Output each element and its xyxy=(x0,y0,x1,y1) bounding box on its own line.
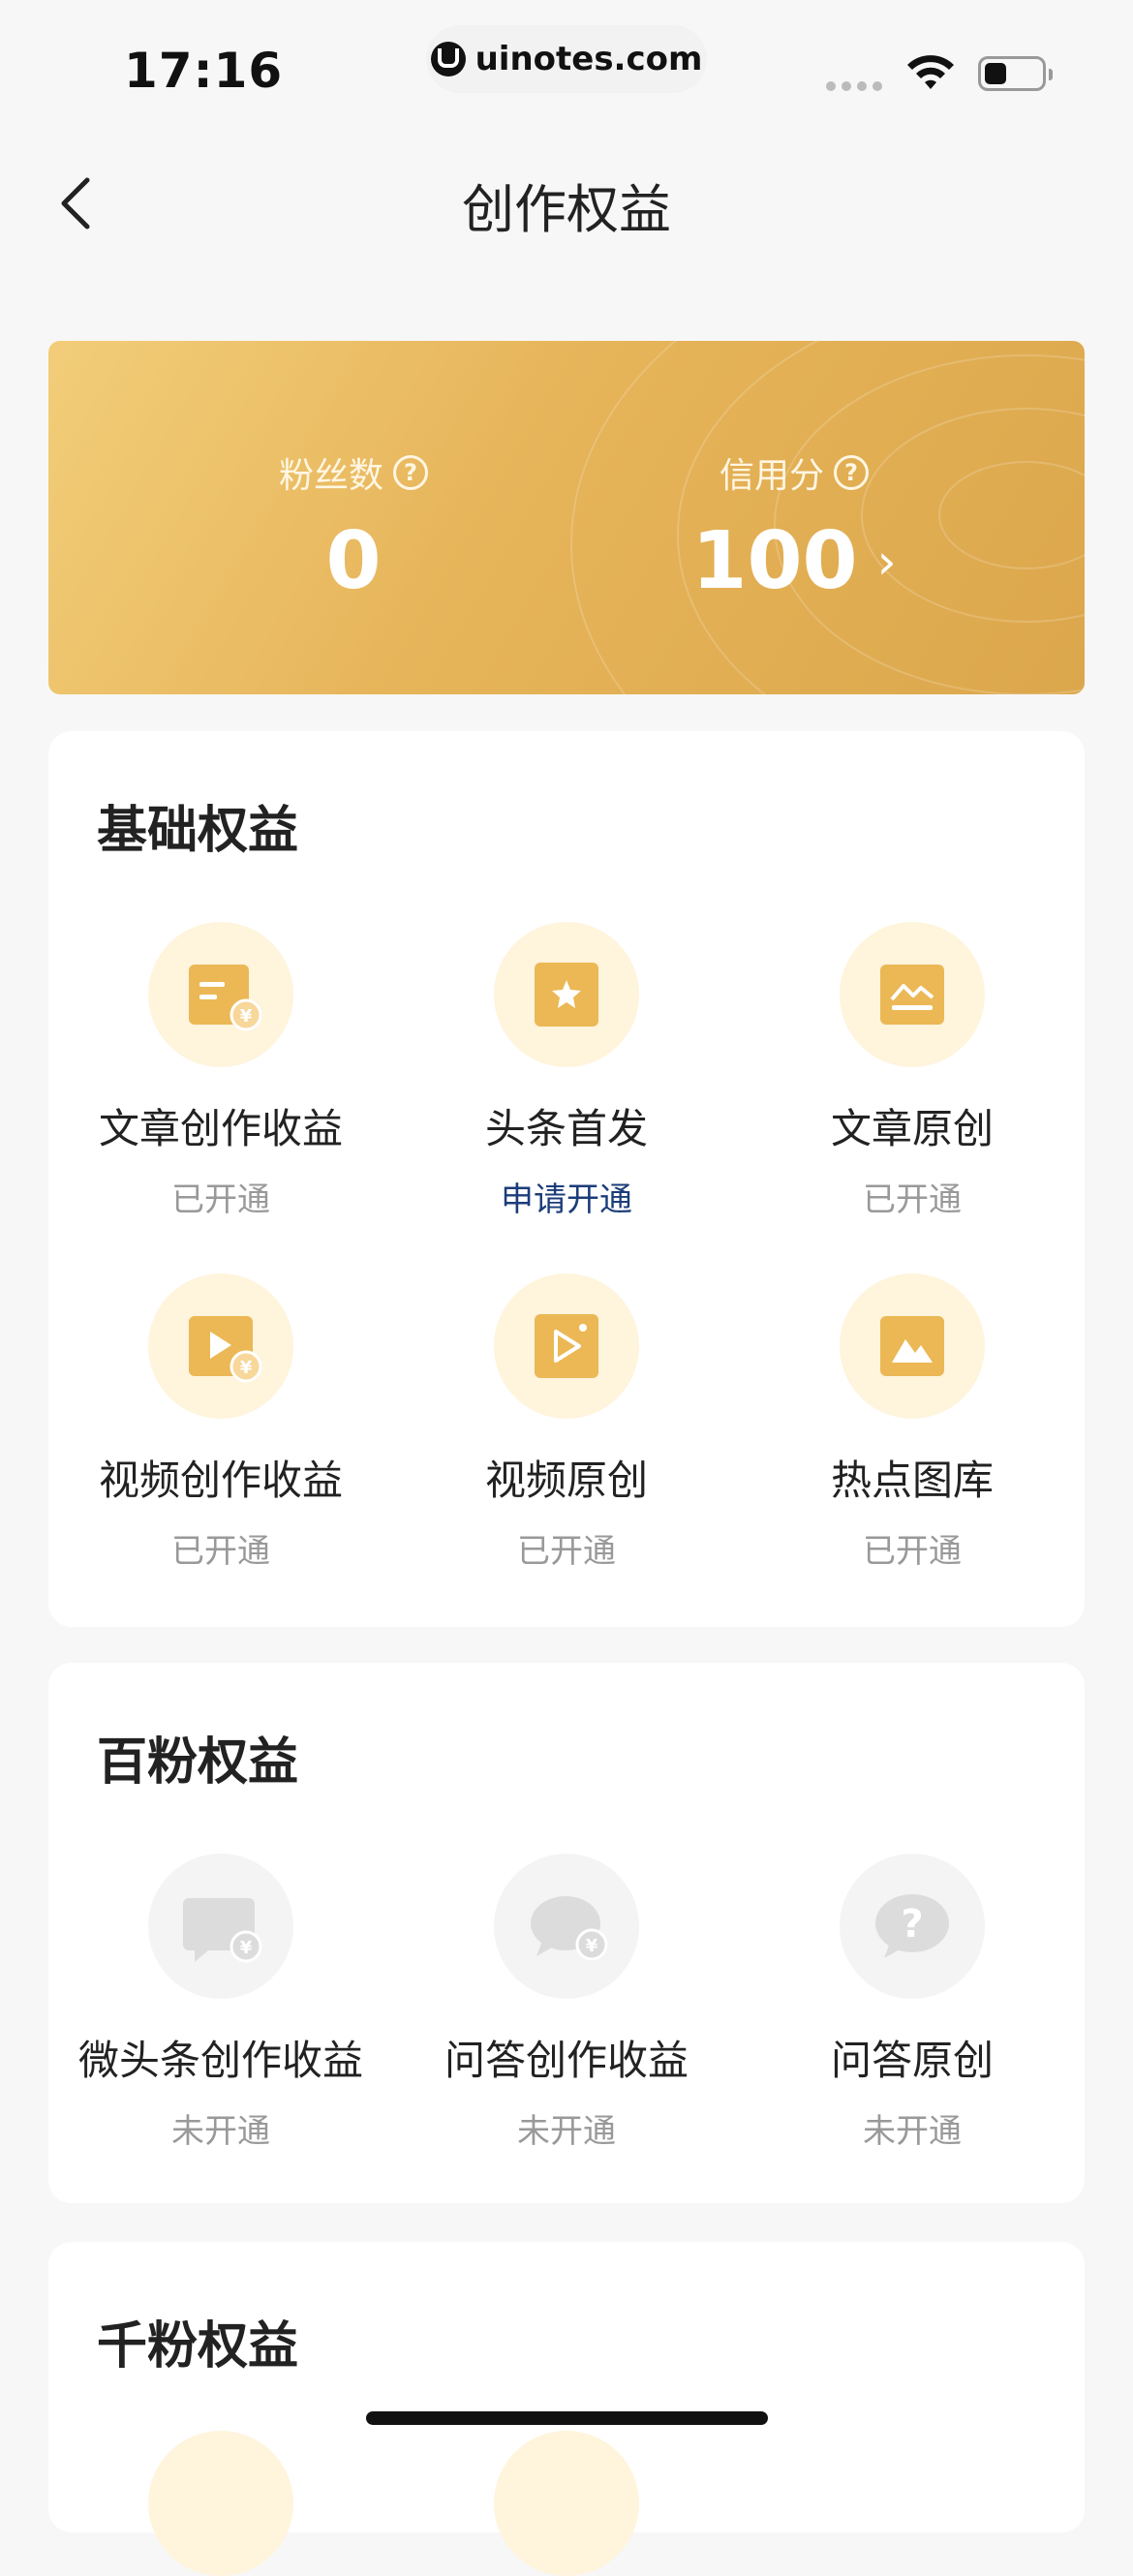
right-item[interactable]: ? 问答原创 未开通 xyxy=(740,1854,1085,2152)
stats-card: 粉丝数 ? 0 信用分 ? 100 › xyxy=(48,341,1085,694)
article-original-icon xyxy=(840,922,985,1067)
right-item[interactable]: 热点图库 已开通 xyxy=(740,1273,1085,1572)
right-item[interactable]: ¥ 问答创作收益 未开通 xyxy=(394,1854,739,2152)
chevron-right-icon: › xyxy=(876,533,897,590)
url-pill[interactable]: uinotes.com xyxy=(426,25,707,93)
credit-stat[interactable]: 信用分 ? 100 › xyxy=(649,447,939,607)
right-item-status: 已开通 xyxy=(517,1532,616,1571)
video-original-icon xyxy=(494,1273,639,1419)
qa-original-icon: ? xyxy=(840,1854,985,1999)
right-item[interactable]: 头条首发 申请开通 xyxy=(394,922,739,1220)
page-title: 创作权益 xyxy=(462,179,671,240)
apply-link[interactable]: 申请开通 xyxy=(394,1173,739,1220)
section-title: 百粉权益 xyxy=(97,1733,299,1792)
right-item-status: 未开通 xyxy=(863,2112,962,2151)
section-basic-rights: 基础权益 ¥ 文章创作收益 已开通 头条首发 申请开通 文章原创 已开通 ¥ 视… xyxy=(48,731,1085,1627)
svg-text:¥: ¥ xyxy=(586,1936,598,1956)
right-item-label: 微头条创作收益 xyxy=(77,2037,363,2084)
right-item[interactable]: 视频原创 已开通 xyxy=(394,1273,739,1572)
qa-income-icon: ¥ xyxy=(494,1854,639,1999)
article-income-icon: ¥ xyxy=(148,922,293,1067)
credit-value: 100 xyxy=(691,515,858,607)
right-item-status: 已开通 xyxy=(863,1181,962,1219)
url-text: uinotes.com xyxy=(475,40,703,78)
signal-icon xyxy=(826,81,882,91)
star-doc-icon xyxy=(494,922,639,1067)
fans-stat[interactable]: 粉丝数 ? 0 xyxy=(208,447,499,607)
status-time: 17:16 xyxy=(124,43,284,99)
credit-help-icon[interactable]: ? xyxy=(834,455,869,490)
site-logo-icon xyxy=(430,42,466,77)
partial-icon xyxy=(494,2431,639,2576)
right-item-status: 未开通 xyxy=(171,2112,270,2151)
section-hundred-fans-rights: 百粉权益 ¥ 微头条创作收益 未开通 ¥ 问答创作收益 未开通 ? 问答原创 未… xyxy=(48,1663,1085,2203)
svg-text:¥: ¥ xyxy=(240,1006,253,1027)
svg-text:?: ? xyxy=(901,1902,923,1947)
right-item-label: 视频原创 xyxy=(484,1457,648,1504)
right-item-status: 已开通 xyxy=(863,1532,962,1571)
right-item-label: 文章原创 xyxy=(830,1105,994,1152)
right-item-label: 热点图库 xyxy=(830,1457,994,1504)
right-item-label: 头条首发 xyxy=(484,1105,648,1152)
right-item-label: 问答创作收益 xyxy=(444,2037,689,2084)
fans-label: 粉丝数 xyxy=(278,456,383,496)
right-item[interactable]: ¥ 微头条创作收益 未开通 xyxy=(48,1854,393,2152)
right-item-status: 已开通 xyxy=(171,1532,270,1571)
svg-text:¥: ¥ xyxy=(240,1938,253,1958)
home-indicator xyxy=(366,2411,768,2425)
image-library-icon xyxy=(840,1273,985,1419)
right-item[interactable]: 文章原创 已开通 xyxy=(740,922,1085,1220)
credit-label: 信用分 xyxy=(719,456,824,496)
right-item-label: 文章创作收益 xyxy=(98,1105,343,1152)
right-item[interactable]: ¥ 视频创作收益 已开通 xyxy=(48,1273,393,1572)
right-item-status: 未开通 xyxy=(517,2112,616,2151)
right-item-label: 问答原创 xyxy=(830,2037,994,2084)
battery-icon xyxy=(978,56,1053,91)
wifi-icon xyxy=(907,55,954,89)
section-title: 基础权益 xyxy=(97,802,299,860)
fans-value: 0 xyxy=(325,515,382,607)
nav-bar: 创作权益 xyxy=(0,145,1133,252)
video-income-icon: ¥ xyxy=(148,1273,293,1419)
section-title: 千粉权益 xyxy=(97,2317,299,2376)
right-item-label: 视频创作收益 xyxy=(98,1457,343,1504)
micro-toutiao-income-icon: ¥ xyxy=(148,1854,293,1999)
right-item[interactable]: ¥ 文章创作收益 已开通 xyxy=(48,922,393,1220)
fans-help-icon[interactable]: ? xyxy=(393,455,428,490)
status-bar: 17:16 uinotes.com xyxy=(0,0,1133,136)
right-item-status: 已开通 xyxy=(171,1181,270,1219)
svg-text:¥: ¥ xyxy=(240,1358,253,1378)
partial-icon xyxy=(148,2431,293,2576)
section-thousand-fans-rights: 千粉权益 xyxy=(48,2242,1085,2576)
